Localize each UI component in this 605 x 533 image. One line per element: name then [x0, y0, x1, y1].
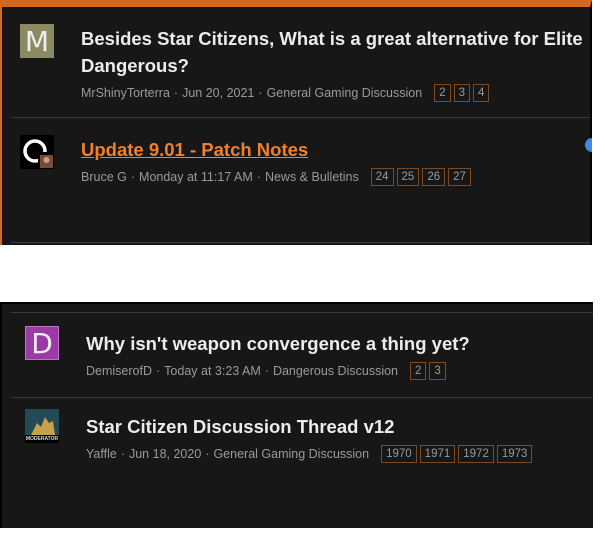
thread-title[interactable]: Besides Star Citizens, What is a great a… [81, 25, 591, 79]
thread-date[interactable]: Jun 20, 2021 [182, 86, 254, 100]
page-link[interactable]: 3 [453, 84, 470, 102]
thread-author[interactable]: MrShinyTorterra [81, 86, 170, 100]
row-divider [11, 117, 590, 118]
page-link[interactable]: 25 [396, 168, 420, 186]
avatar[interactable] [20, 135, 54, 169]
page-link[interactable]: 1970 [381, 445, 417, 463]
page-link[interactable]: 27 [448, 168, 471, 186]
row-divider [11, 312, 593, 313]
page-link[interactable]: 2 [434, 84, 451, 102]
page-link[interactable]: 1971 [419, 445, 456, 463]
thread-date[interactable]: Monday at 11:17 AM [139, 170, 253, 184]
page-links: 24 25 26 27 [370, 168, 474, 186]
thread-title[interactable]: Why isn't weapon convergence a thing yet… [86, 330, 470, 357]
avatar-letter: D [31, 326, 53, 360]
thread-author[interactable]: DemiserofD [86, 364, 152, 378]
page-link[interactable]: 26 [422, 168, 446, 186]
page-links: 2 3 4 [434, 84, 492, 102]
thread-author[interactable]: Bruce G [81, 170, 127, 184]
page-links: 1970 1971 1972 1973 [381, 445, 535, 463]
thread-meta: DemiserofD · Today at 3:23 AM · Dangerou… [86, 362, 449, 380]
thread-title[interactable]: Star Citizen Discussion Thread v12 [86, 413, 394, 440]
page-link[interactable]: 1973 [496, 445, 533, 463]
avatar[interactable]: MODERATOR [25, 409, 59, 443]
thread-meta: Bruce G · Monday at 11:17 AM · News & Bu… [81, 168, 474, 186]
page-link[interactable]: 3 [429, 362, 446, 380]
thread-title[interactable]: Update 9.01 - Patch Notes [81, 136, 308, 163]
avatar[interactable]: M [20, 24, 54, 58]
thread-meta: Yaffle · Jun 18, 2020 · General Gaming D… [86, 445, 535, 463]
thread-forum[interactable]: General Gaming Discussion [213, 447, 369, 461]
avatar-letter: M [24, 24, 50, 58]
thread-date[interactable]: Jun 18, 2020 [129, 447, 201, 461]
unread-indicator-icon [585, 138, 592, 152]
page-link[interactable]: 2 [410, 362, 427, 380]
thread-forum[interactable]: Dangerous Discussion [273, 364, 398, 378]
thread-meta: MrShinyTorterra · Jun 20, 2021 · General… [81, 84, 492, 102]
thread-author[interactable]: Yaffle [86, 447, 117, 461]
circle-logo-icon [23, 139, 53, 168]
page-link[interactable]: 24 [370, 168, 394, 186]
moderator-badge: MODERATOR [25, 436, 59, 442]
row-divider [11, 397, 593, 398]
page-link[interactable]: 4 [473, 84, 490, 102]
page-link[interactable]: 1972 [458, 445, 494, 463]
avatar[interactable]: D [25, 326, 59, 360]
thread-forum[interactable]: General Gaming Discussion [267, 86, 423, 100]
thread-forum[interactable]: News & Bulletins [265, 170, 359, 184]
row-divider [11, 242, 590, 243]
page-links: 2 3 [410, 362, 449, 380]
thread-date[interactable]: Today at 3:23 AM [164, 364, 261, 378]
